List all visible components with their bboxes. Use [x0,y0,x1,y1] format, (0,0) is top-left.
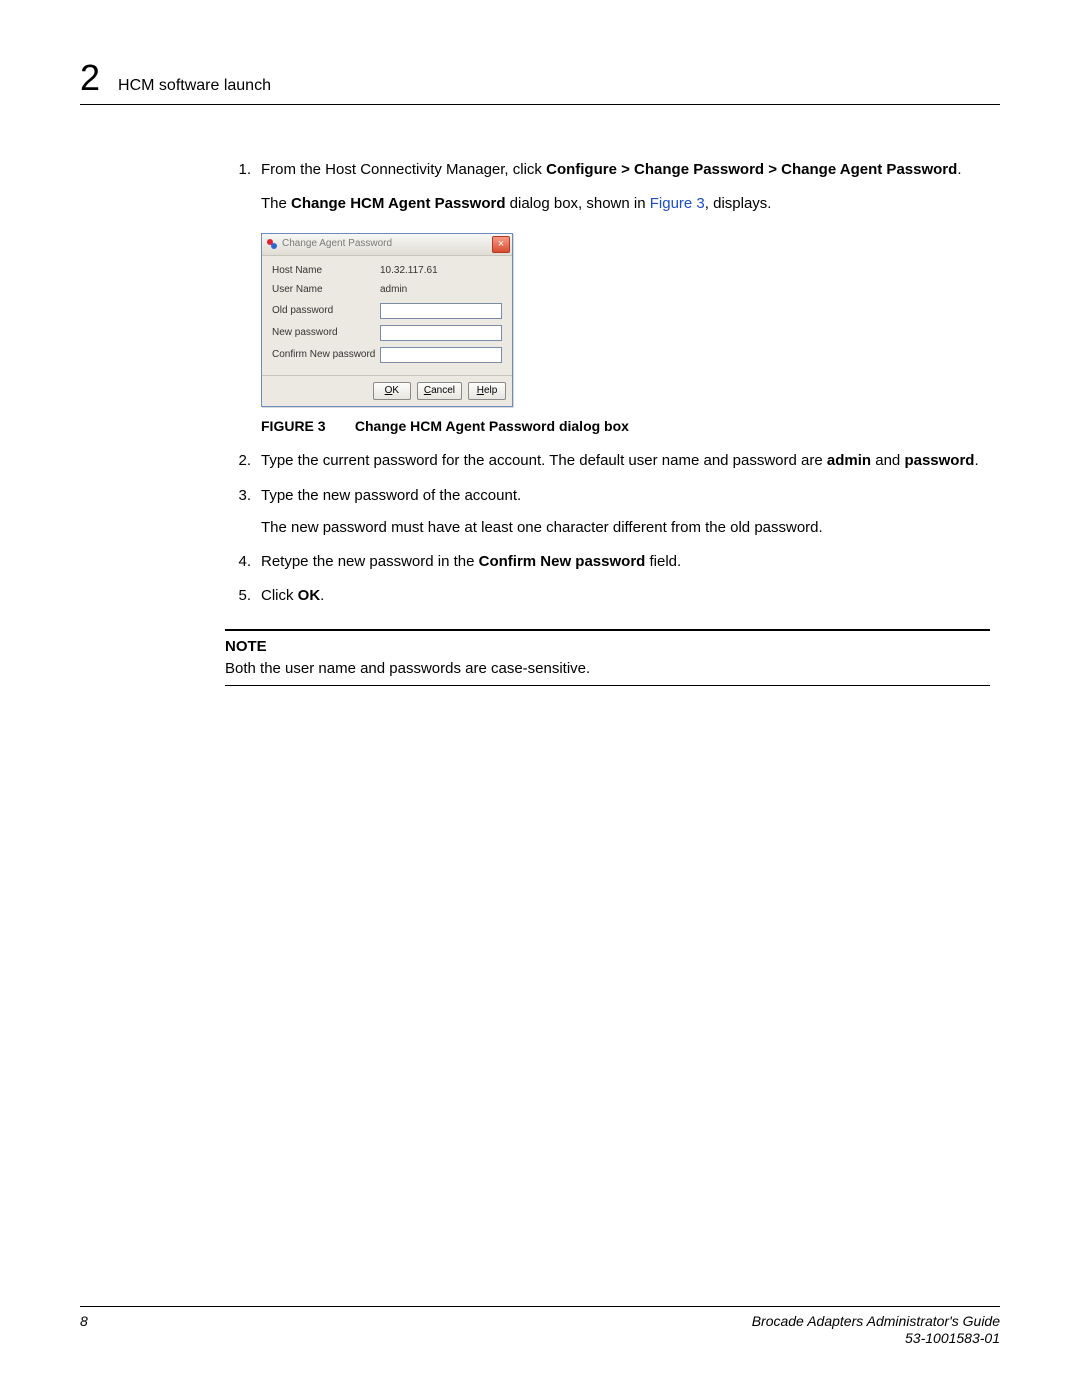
page-number: 8 [80,1313,88,1347]
step-4-number: 4. [225,552,261,572]
step-1: 1. From the Host Connectivity Manager, c… [225,160,990,180]
cancel-underline: C [424,385,431,396]
figure-3-link[interactable]: Figure 3 [650,195,705,212]
host-name-value: 10.32.117.61 [380,264,502,278]
step-2-mid: and [871,452,904,469]
note-text: Both the user name and passwords are cas… [225,659,990,679]
cancel-rest: ancel [431,385,455,396]
step-4-text: Retype the new password in the Confirm N… [261,552,990,572]
step-1-number: 1. [225,160,261,180]
step-1-sub-post: , displays. [705,195,772,212]
figure-caption: FIGURE 3 Change HCM Agent Password dialo… [261,417,990,436]
step-5: 5. Click OK. [225,586,990,606]
user-name-value: admin [380,283,502,297]
step-5-post: . [320,587,324,604]
ok-underline: O [385,385,393,396]
step-3-number: 3. [225,486,261,539]
step-3: 3. Type the new password of the account.… [225,486,990,539]
step-5-bold: OK [298,587,321,604]
step-5-pre: Click [261,587,298,604]
dialog-title: Change Agent Password [282,237,392,251]
change-agent-password-dialog: Change Agent Password × Host Name 10.32.… [261,233,513,407]
step-2-number: 2. [225,451,261,471]
help-button[interactable]: Help [468,382,506,400]
help-rest: elp [484,385,497,396]
doc-title: Brocade Adapters Administrator's Guide [752,1313,1000,1330]
chapter-number: 2 [80,60,100,96]
app-icon [266,238,278,250]
page-footer: 8 Brocade Adapters Administrator's Guide… [80,1306,1000,1347]
user-name-label: User Name [272,283,380,297]
doc-id: 53-1001583-01 [752,1330,1000,1347]
old-password-input[interactable] [380,303,502,319]
new-password-label: New password [272,326,380,340]
confirm-password-label: Confirm New password [272,348,380,362]
figure-title: Change HCM Agent Password dialog box [355,418,629,434]
step-1-post: . [957,161,961,178]
step-2-bold1: admin [827,452,871,469]
step-4-bold: Confirm New password [479,553,646,570]
step-1-bold: Configure > Change Password > Change Age… [546,161,957,178]
host-name-label: Host Name [272,264,380,278]
step-1-sub-pre: The [261,195,291,212]
step-3-subtext: The new password must have at least one … [261,518,990,538]
step-3-text: Type the new password of the account. [261,487,521,504]
step-4: 4. Retype the new password in the Confir… [225,552,990,572]
ok-rest: K [392,385,399,396]
note-heading: NOTE [225,637,990,657]
help-underline: H [477,385,484,396]
step-5-text: Click OK. [261,586,990,606]
step-1-subtext: The Change HCM Agent Password dialog box… [261,194,990,214]
section-title: HCM software launch [118,77,271,95]
new-password-input[interactable] [380,325,502,341]
step-4-pre: Retype the new password in the [261,553,479,570]
close-button[interactable]: × [492,236,510,253]
step-5-number: 5. [225,586,261,606]
close-icon: × [498,239,504,250]
step-1-sub-bold: Change HCM Agent Password [291,195,505,212]
confirm-password-input[interactable] [380,347,502,363]
step-2-text: Type the current password for the accoun… [261,451,990,471]
step-2-pre: Type the current password for the accoun… [261,452,827,469]
old-password-label: Old password [272,304,380,318]
step-2: 2. Type the current password for the acc… [225,451,990,471]
step-2-post: . [974,452,978,469]
step-1-sub-mid: dialog box, shown in [505,195,649,212]
cancel-button[interactable]: Cancel [417,382,462,400]
step-1-pre: From the Host Connectivity Manager, clic… [261,161,546,178]
step-4-post: field. [645,553,681,570]
step-1-text: From the Host Connectivity Manager, clic… [261,160,990,180]
note-block: NOTE Both the user name and passwords ar… [225,629,990,687]
step-2-bold2: password [904,452,974,469]
page-header: 2 HCM software launch [80,60,1000,105]
body-content: 1. From the Host Connectivity Manager, c… [225,160,990,686]
ok-button[interactable]: OK [373,382,411,400]
figure-label: FIGURE 3 [261,417,351,436]
dialog-titlebar: Change Agent Password × [262,234,512,256]
dialog-figure: Change Agent Password × Host Name 10.32.… [261,233,990,407]
